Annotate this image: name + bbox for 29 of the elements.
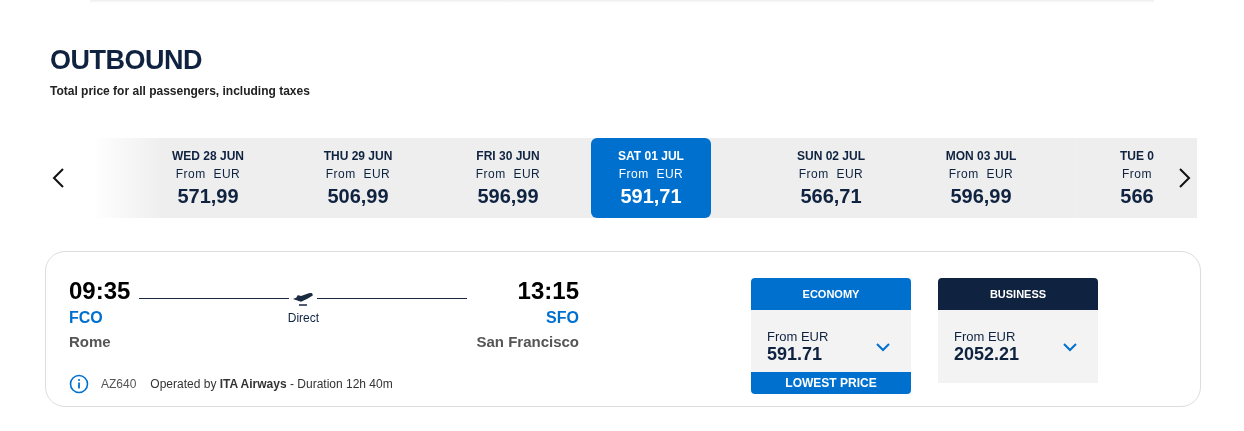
city-name: San Francisco <box>476 333 579 350</box>
date-tab[interactable]: WED 28 JUN From EUR 571,99 <box>133 138 283 218</box>
flight-number: AZ640 <box>101 377 137 391</box>
airport-code: FCO <box>69 309 104 327</box>
next-button[interactable] <box>1178 167 1192 189</box>
price-prefix: From EUR <box>954 328 1017 344</box>
date-tab[interactable]: SUN 02 JUL From EUR 566,71 <box>756 138 906 218</box>
chevron-down-icon[interactable] <box>875 341 891 352</box>
departure-time: 09:35 <box>69 277 131 305</box>
price-prefix: From EUR <box>767 328 829 344</box>
fare-class-header: ECONOMY <box>751 278 911 310</box>
date-tab[interactable]: FRI 30 JUN From EUR 596,99 <box>433 138 583 218</box>
date-tab[interactable]: THU 29 JUN From EUR 506,99 <box>283 138 433 218</box>
airport-code: SFO <box>546 309 579 327</box>
date-tab[interactable]: MON 03 JUL From EUR 596,99 <box>906 138 1056 218</box>
stops-label: Direct <box>287 311 320 325</box>
operator-text: Operated by ITA Airways - Duration 12h 40m <box>150 377 393 391</box>
fare-class-header: BUSINESS <box>938 278 1098 310</box>
lowest-price-badge: LOWEST PRICE <box>751 372 911 394</box>
previous-button[interactable] <box>51 167 65 189</box>
city-name: Rome <box>69 333 112 350</box>
date-tab[interactable]: SAT 01 JUL From EUR 591,71 <box>591 138 711 218</box>
info-icon[interactable] <box>69 374 89 394</box>
section-heading: OUTBOUND <box>49 44 203 76</box>
arrival-time: 13:15 <box>517 277 579 305</box>
fare-price: 591.71 <box>767 343 824 365</box>
subtitle: Total price for all passengers, including taxes <box>50 84 311 98</box>
chevron-down-icon[interactable] <box>1062 341 1078 352</box>
fare-price: 2052.21 <box>954 343 1020 365</box>
